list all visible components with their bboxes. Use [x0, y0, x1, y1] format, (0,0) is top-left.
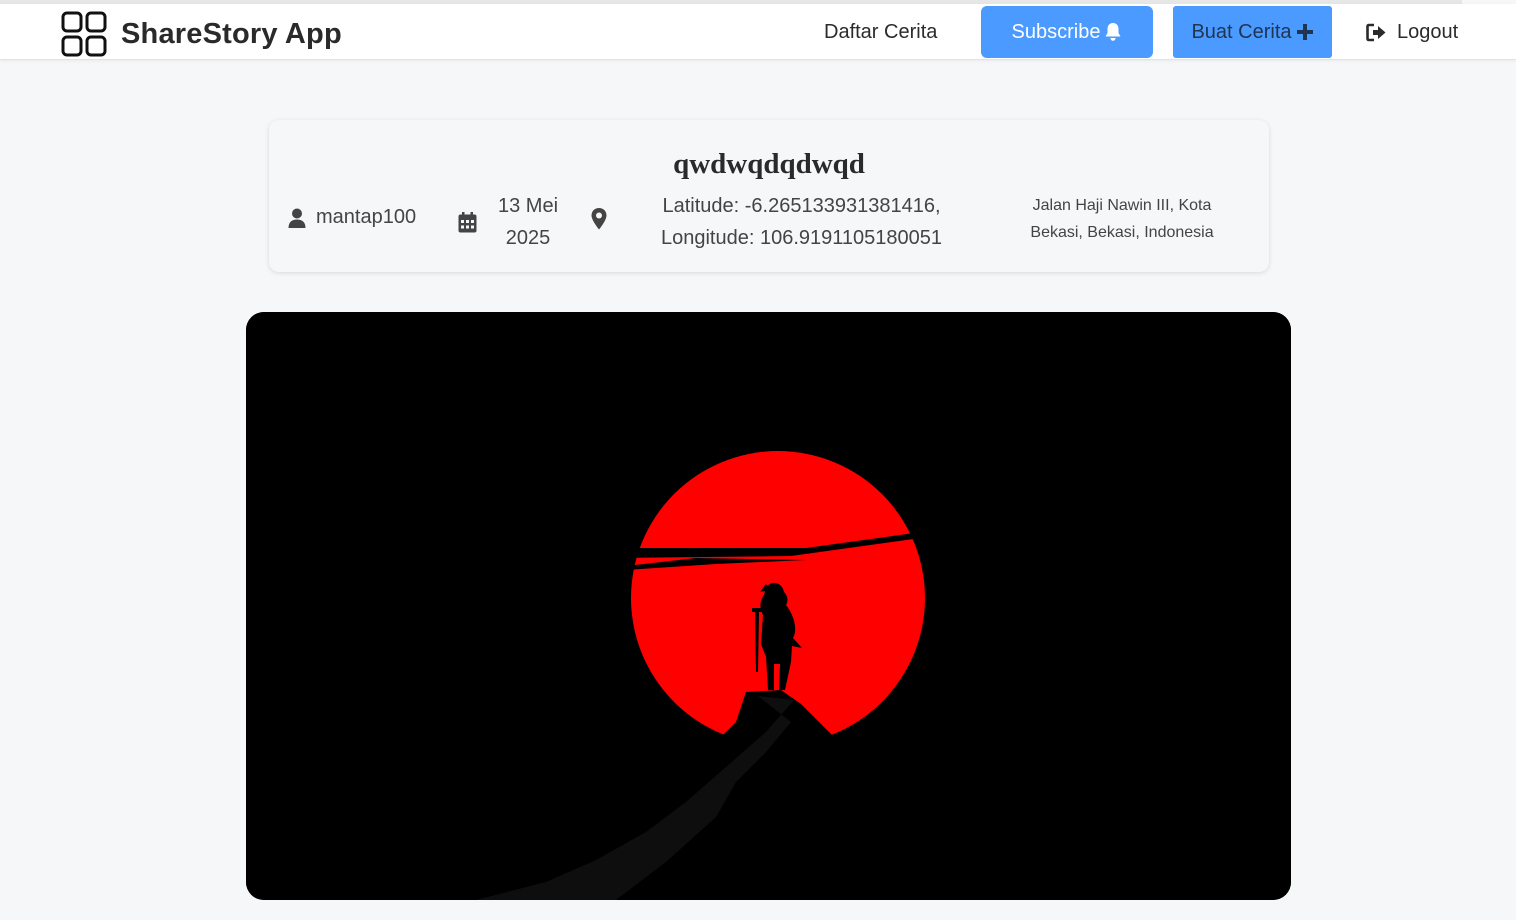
story-info-card: qwdwqdqdwqd mantap100 13 Mei 2025 Latitu…: [269, 120, 1269, 272]
subscribe-button[interactable]: Subscribe: [981, 6, 1153, 58]
latitude-text: Latitude: -6.265133931381416,: [662, 195, 941, 217]
brand-name: ShareStory App: [121, 17, 342, 50]
date-year: 2025: [505, 227, 551, 249]
buat-cerita-button[interactable]: Buat Cerita: [1173, 6, 1332, 58]
logout-icon: [1366, 23, 1386, 42]
nav-daftar-cerita[interactable]: Daftar Cerita: [824, 21, 937, 44]
samurai-red-moon-illustration: [246, 312, 1291, 900]
calendar-icon: [458, 211, 477, 232]
story-image: [246, 312, 1291, 900]
grid-icon: [61, 11, 107, 57]
user-icon: [288, 208, 306, 228]
longitude-text: Longitude: 106.9191105180051: [660, 227, 942, 249]
bell-icon: [1105, 23, 1121, 41]
navbar: ShareStory App Daftar Cerita Subscribe B…: [0, 4, 1516, 60]
story-address: Jalan Haji Nawin III, Kota Bekasi, Bekas…: [1013, 192, 1231, 246]
story-author: mantap100: [288, 206, 416, 229]
author-name: mantap100: [316, 206, 417, 228]
logout-link[interactable]: Logout: [1366, 21, 1458, 44]
story-title: qwdwqdqdwqd: [673, 148, 865, 180]
story-coordinates: Latitude: -6.265133931381416, Longitude:…: [639, 190, 964, 254]
date-day-month: 13 Mei: [497, 195, 559, 217]
plus-icon: [1296, 24, 1313, 40]
story-date: 13 Mei 2025: [458, 190, 567, 254]
address-line-1: Jalan Haji Nawin III, Kota: [1032, 197, 1212, 214]
logout-label: Logout: [1397, 21, 1459, 43]
subscribe-label: Subscribe: [1011, 20, 1101, 43]
brand[interactable]: ShareStory App: [61, 11, 342, 57]
address-line-2: Bekasi, Bekasi, Indonesia: [1030, 224, 1214, 241]
date-text: 13 Mei 2025: [489, 190, 567, 254]
map-pin-icon: [591, 208, 607, 230]
buat-cerita-label: Buat Cerita: [1191, 20, 1292, 43]
